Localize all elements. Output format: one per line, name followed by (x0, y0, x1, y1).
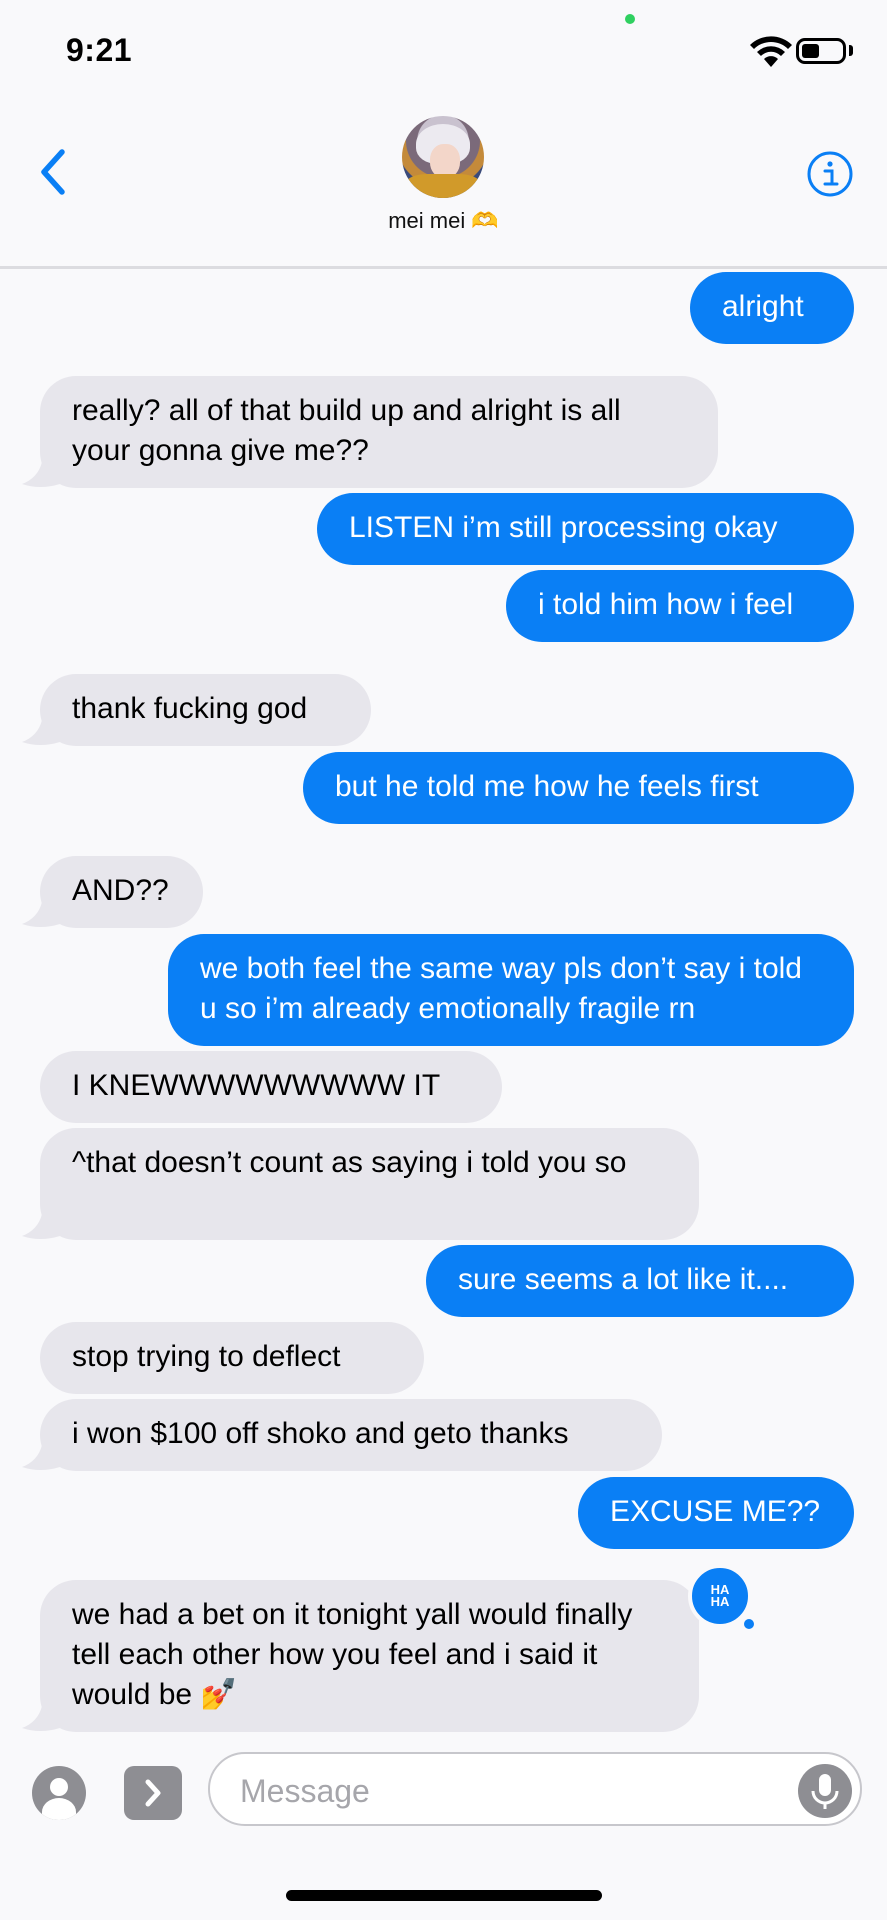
battery-level (802, 44, 819, 58)
outgoing-message[interactable]: sure seems a lot like it.... (426, 1245, 854, 1317)
contact-avatar[interactable] (402, 116, 484, 198)
outgoing-message[interactable]: LISTEN i’m still processing okay (317, 493, 854, 565)
microphone-icon (811, 1774, 839, 1809)
bubble-tail (22, 902, 60, 927)
info-icon[interactable] (806, 150, 854, 198)
incoming-message[interactable]: i won $100 off shoko and geto thanks (40, 1399, 662, 1471)
haha-reaction-badge[interactable]: HA HA (688, 1564, 752, 1628)
bubble-tail (22, 1445, 60, 1470)
bubble-tail (22, 1706, 60, 1731)
message-field[interactable] (208, 1752, 862, 1826)
contact-icon[interactable] (32, 1766, 86, 1820)
outgoing-message[interactable]: we both feel the same way pls don’t say … (168, 934, 854, 1046)
bubble-tail (22, 462, 60, 487)
contact-name[interactable]: mei mei 🫶 (0, 208, 887, 234)
incoming-message[interactable]: thank fucking god (40, 674, 371, 746)
battery-icon (796, 38, 846, 64)
status-bar: 9:21 (0, 0, 887, 100)
incoming-message[interactable]: stop trying to deflect (40, 1322, 424, 1394)
chevron-right-icon (145, 1779, 161, 1807)
status-time: 9:21 (66, 32, 133, 68)
outgoing-message[interactable]: alright (690, 272, 854, 344)
microphone-button[interactable] (798, 1764, 852, 1818)
avatar-clothing (406, 174, 480, 198)
bubble-tail (22, 720, 60, 745)
reaction-label: HA HA (710, 1582, 730, 1609)
message-input[interactable] (238, 1768, 782, 1814)
incoming-message[interactable]: I KNEWWWWWWWWW IT (40, 1051, 502, 1123)
outgoing-message[interactable]: i told him how i feel (506, 570, 854, 642)
conversation-header: mei mei 🫶 (0, 100, 887, 269)
avatar-face (430, 144, 460, 178)
bubble-tail (22, 1214, 60, 1239)
outgoing-message[interactable]: EXCUSE ME?? (578, 1477, 854, 1549)
wifi-icon (750, 36, 792, 67)
person-icon (42, 1778, 76, 1820)
chevron-left-icon[interactable] (30, 142, 80, 202)
reaction-tail (742, 1617, 756, 1631)
incoming-message[interactable]: ^that doesn’t count as saying i told you… (40, 1128, 699, 1240)
camera-indicator-icon (625, 14, 635, 24)
input-bar (0, 1730, 887, 1860)
battery-cap (849, 45, 853, 56)
apps-expand-button[interactable] (124, 1766, 182, 1820)
incoming-message[interactable]: AND?? (40, 856, 203, 928)
outgoing-message[interactable]: but he told me how he feels first (303, 752, 854, 824)
incoming-message[interactable]: we had a bet on it tonight yall would fi… (40, 1580, 699, 1732)
incoming-message[interactable]: really? all of that build up and alright… (40, 376, 718, 488)
home-indicator[interactable] (286, 1890, 602, 1901)
